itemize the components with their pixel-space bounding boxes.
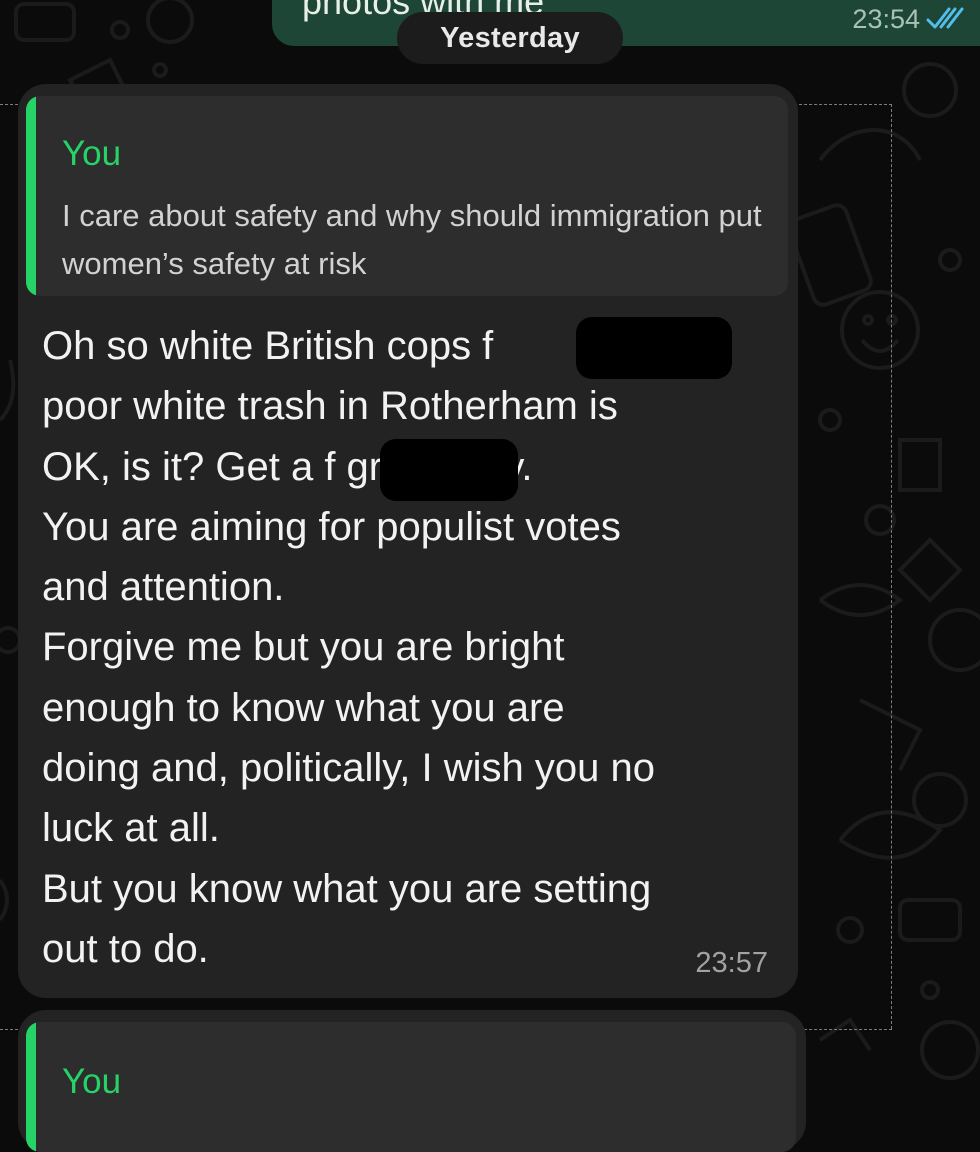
outgoing-message-time: 23:54 (852, 4, 920, 34)
quoted-reply[interactable]: You I care about safety and why should i… (26, 96, 788, 296)
date-divider: Yesterday (397, 12, 623, 64)
quoted-reply-text: I care about safety and why should immig… (62, 198, 762, 281)
selection-border-right (891, 104, 892, 1029)
message-text: Oh so white British cops f poor white tr… (42, 324, 655, 971)
redaction-box (576, 317, 732, 379)
quoted-reply-author: You (62, 134, 122, 173)
message-time: 23:57 (695, 947, 768, 979)
outgoing-message-bubble[interactable]: photos with me 23:54 (272, 0, 980, 46)
quoted-reply-author: You (62, 1062, 122, 1101)
double-check-read-icon (926, 6, 968, 32)
incoming-message-bubble[interactable]: You I care about safety and why should i… (18, 84, 798, 998)
redaction-box (380, 439, 518, 501)
quoted-reply[interactable]: You (26, 1022, 796, 1152)
quote-accent-bar (26, 96, 36, 296)
incoming-message-bubble[interactable]: You (18, 1010, 806, 1152)
quote-accent-bar (26, 1022, 36, 1152)
